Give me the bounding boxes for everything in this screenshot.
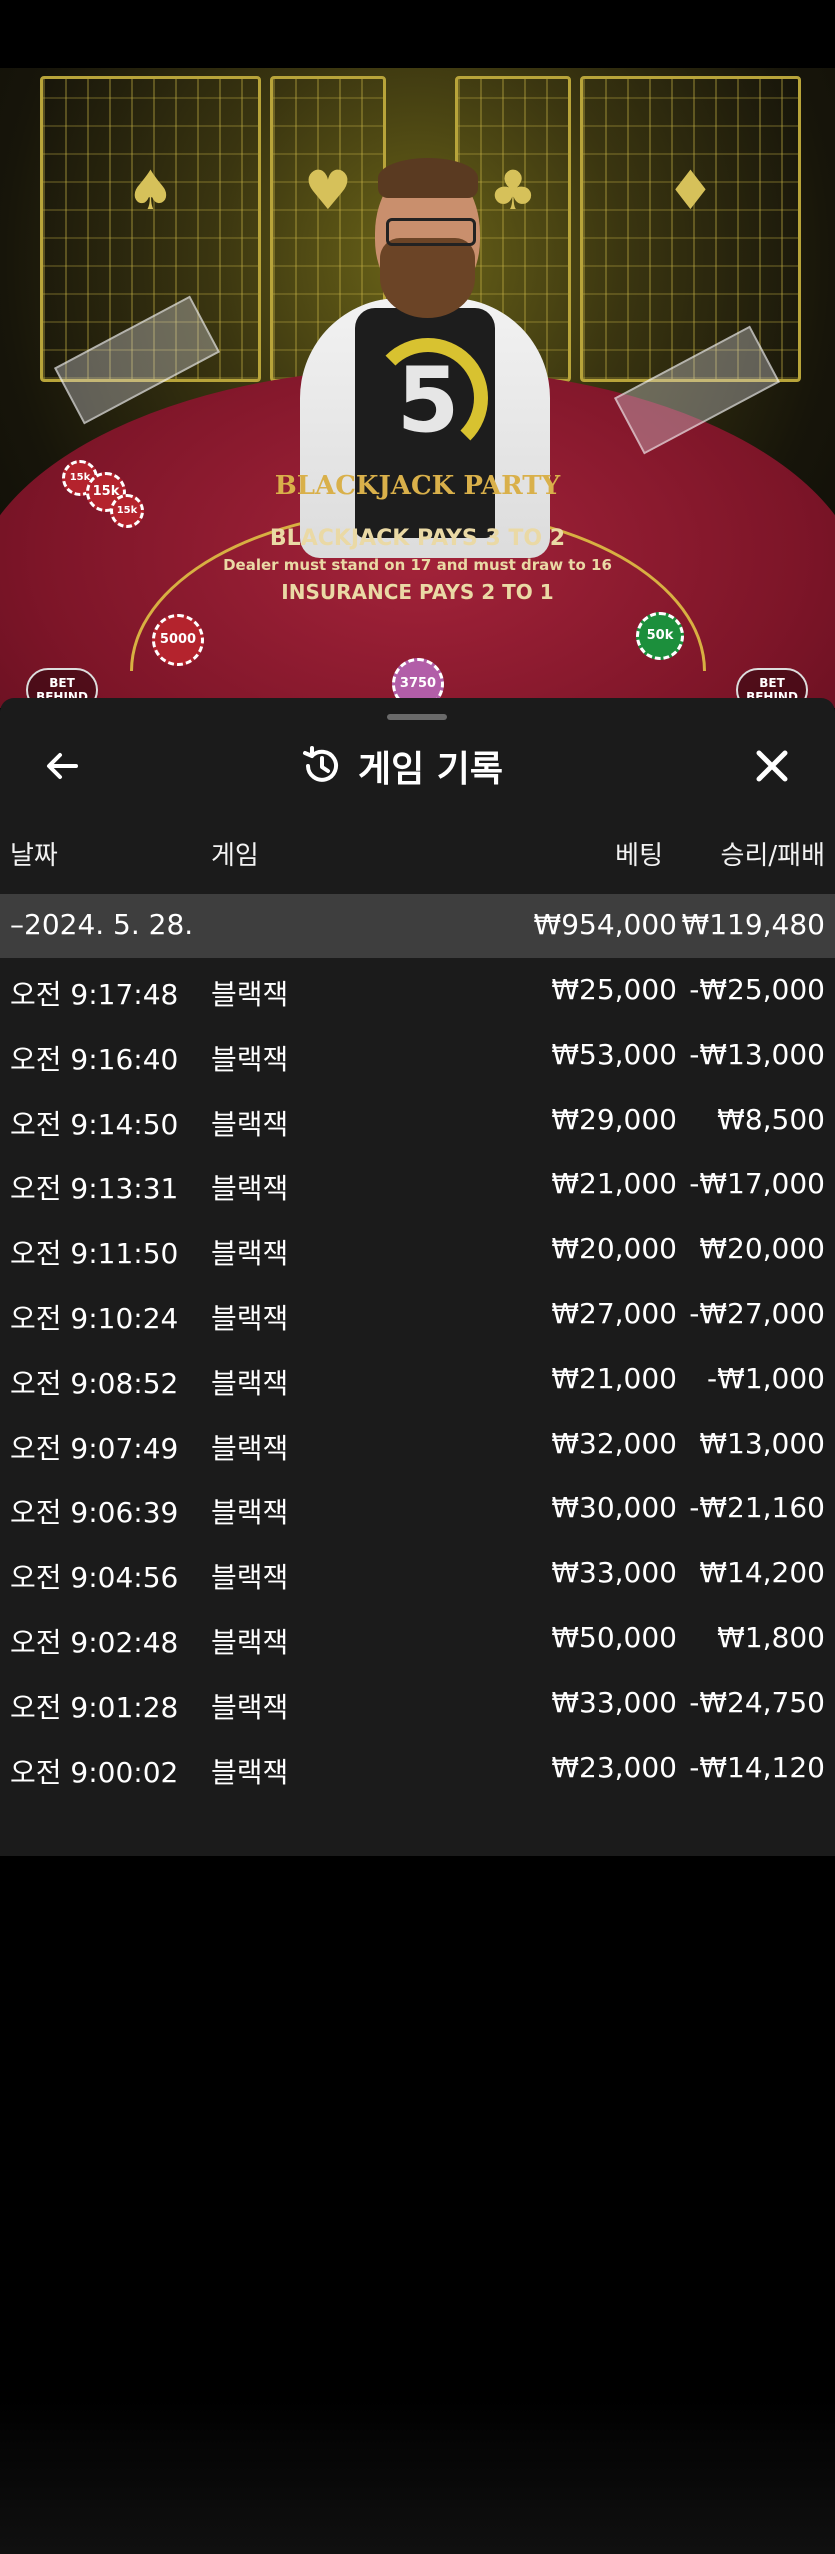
arrow-left-icon [47, 753, 78, 779]
game-history-sheet: 게임 기록 날짜 게임 베팅 승리/패배 –2024. 5. 28. ₩954,… [0, 698, 835, 2554]
row-result: ₩14,200 [699, 1556, 825, 1590]
countdown-timer: 5 [396, 348, 460, 453]
row-result: ₩20,000 [699, 1232, 825, 1266]
row-time: 오전 9:04:56 [10, 1561, 179, 1595]
row-bet: ₩30,000 [551, 1491, 677, 1525]
row-bet: ₩20,000 [551, 1232, 677, 1266]
decor-panel: ♦ [580, 76, 801, 382]
row-time: 오전 9:11:50 [10, 1237, 179, 1271]
row-game: 블랙잭 [211, 1561, 289, 1595]
row-game: 블랙잭 [211, 1755, 289, 1789]
sheet-grabber[interactable] [387, 714, 447, 720]
date-summary-row[interactable]: –2024. 5. 28. ₩954,000 ₩119,480 [0, 894, 835, 958]
close-icon [756, 750, 788, 782]
history-row[interactable]: 오전 9:10:24 블랙잭 ₩27,000 -₩27,000 [0, 1283, 835, 1347]
history-row[interactable]: 오전 9:16:40 블랙잭 ₩53,000 -₩13,000 [0, 1024, 835, 1088]
bottom-fade [0, 2398, 835, 2554]
felt-line-2: Dealer must stand on 17 and must draw to… [223, 556, 612, 574]
column-header-date: 날짜 [10, 841, 58, 871]
row-result: -₩14,120 [689, 1750, 825, 1784]
row-time: 오전 9:14:50 [10, 1107, 179, 1141]
row-game: 블랙잭 [211, 1042, 289, 1076]
row-bet: ₩29,000 [551, 1102, 677, 1136]
history-row[interactable]: 오전 9:11:50 블랙잭 ₩20,000 ₩20,000 [0, 1218, 835, 1282]
row-bet: ₩23,000 [551, 1750, 677, 1784]
row-result: -₩13,000 [689, 1037, 825, 1071]
row-time: 오전 9:01:28 [10, 1690, 179, 1724]
back-button[interactable] [32, 736, 92, 796]
row-game: 블랙잭 [211, 1172, 289, 1206]
row-game: 블랙잭 [211, 1690, 289, 1724]
row-game: 블랙잭 [211, 1366, 289, 1400]
row-time: 오전 9:00:02 [10, 1755, 179, 1789]
felt-line-3: INSURANCE PAYS 2 TO 1 [281, 580, 554, 604]
row-game: 블랙잭 [211, 1107, 289, 1141]
live-game-video: ♠ ♥ ♣ ♦ 5 BLACKJACK PARTY BLACKJACK PAYS… [0, 68, 835, 708]
row-time: 오전 9:13:31 [10, 1172, 179, 1206]
row-time: 오전 9:16:40 [10, 1042, 179, 1076]
sheet-header: 게임 기록 [0, 728, 835, 808]
history-row[interactable]: 오전 9:04:56 블랙잭 ₩33,000 ₩14,200 [0, 1542, 835, 1606]
column-header-bet: 베팅 [615, 841, 663, 871]
row-result: ₩8,500 [717, 1102, 825, 1136]
row-bet: ₩32,000 [551, 1426, 677, 1460]
history-row[interactable]: 오전 9:14:50 블랙잭 ₩29,000 ₩8,500 [0, 1089, 835, 1153]
history-row[interactable]: 오전 9:00:02 블랙잭 ₩23,000 -₩14,120 [0, 1737, 835, 1801]
row-game: 블랙잭 [211, 1626, 289, 1659]
row-result: -₩25,000 [689, 973, 825, 1006]
history-row[interactable]: 오전 9:06:39 블랙잭 ₩30,000 -₩21,160 [0, 1477, 835, 1541]
row-bet: ₩21,000 [551, 1361, 677, 1395]
summary-win-loss: ₩119,480 [681, 908, 825, 941]
row-bet: ₩33,000 [551, 1685, 677, 1719]
sheet-title-text: 게임 기록 [358, 749, 504, 790]
row-time: 오전 9:07:49 [10, 1431, 179, 1465]
row-game: 블랙잭 [211, 1496, 289, 1530]
dealer-hair [378, 158, 478, 198]
row-game: 블랙잭 [211, 978, 289, 1011]
row-time: 오전 9:06:39 [10, 1496, 179, 1530]
chip: 50k [636, 612, 684, 660]
row-result: -₩24,750 [689, 1685, 825, 1719]
row-time: 오전 9:02:48 [10, 1626, 179, 1659]
row-bet: ₩27,000 [551, 1297, 677, 1330]
row-bet: ₩25,000 [551, 973, 677, 1006]
history-row[interactable]: 오전 9:01:28 블랙잭 ₩33,000 -₩24,750 [0, 1672, 835, 1736]
row-bet: ₩33,000 [551, 1556, 677, 1590]
history-row[interactable]: 오전 9:08:52 블랙잭 ₩21,000 -₩1,000 [0, 1348, 835, 1412]
dealer-glasses [386, 218, 476, 246]
chip: 15k [110, 494, 144, 528]
row-time: 오전 9:17:48 [10, 978, 179, 1011]
history-icon [303, 746, 338, 782]
chip: 5000 [152, 614, 204, 666]
row-result: -₩17,000 [689, 1167, 825, 1201]
history-row[interactable]: 오전 9:02:48 블랙잭 ₩50,000 ₩1,800 [0, 1607, 835, 1671]
summary-bet: ₩954,000 [533, 908, 677, 941]
row-game: 블랙잭 [211, 1237, 289, 1271]
row-time: 오전 9:10:24 [10, 1302, 179, 1335]
row-bet: ₩53,000 [551, 1037, 677, 1071]
row-game: 블랙잭 [211, 1302, 289, 1335]
row-result: ₩1,800 [717, 1621, 825, 1654]
summary-date: –2024. 5. 28. [10, 908, 194, 941]
row-bet: ₩21,000 [551, 1167, 677, 1201]
row-time: 오전 9:08:52 [10, 1366, 179, 1400]
status-bar [0, 0, 835, 68]
column-header-game: 게임 [211, 841, 259, 871]
row-result: -₩21,160 [689, 1491, 825, 1525]
history-row[interactable]: 오전 9:07:49 블랙잭 ₩32,000 ₩13,000 [0, 1413, 835, 1477]
row-bet: ₩50,000 [551, 1621, 677, 1654]
row-result: -₩27,000 [689, 1297, 825, 1330]
history-row[interactable]: 오전 9:17:48 블랙잭 ₩25,000 -₩25,000 [0, 959, 835, 1023]
row-game: 블랙잭 [211, 1431, 289, 1465]
sheet-title: 게임 기록 [300, 738, 503, 794]
history-row[interactable]: 오전 9:13:31 블랙잭 ₩21,000 -₩17,000 [0, 1153, 835, 1217]
close-button[interactable] [742, 736, 802, 796]
felt-line-1: BLACKJACK PAYS 3 TO 2 [269, 526, 566, 551]
dealer-beard [380, 238, 475, 318]
row-result: -₩1,000 [707, 1361, 825, 1395]
row-result: ₩13,000 [699, 1426, 825, 1460]
column-header-win-loss: 승리/패배 [720, 841, 825, 871]
